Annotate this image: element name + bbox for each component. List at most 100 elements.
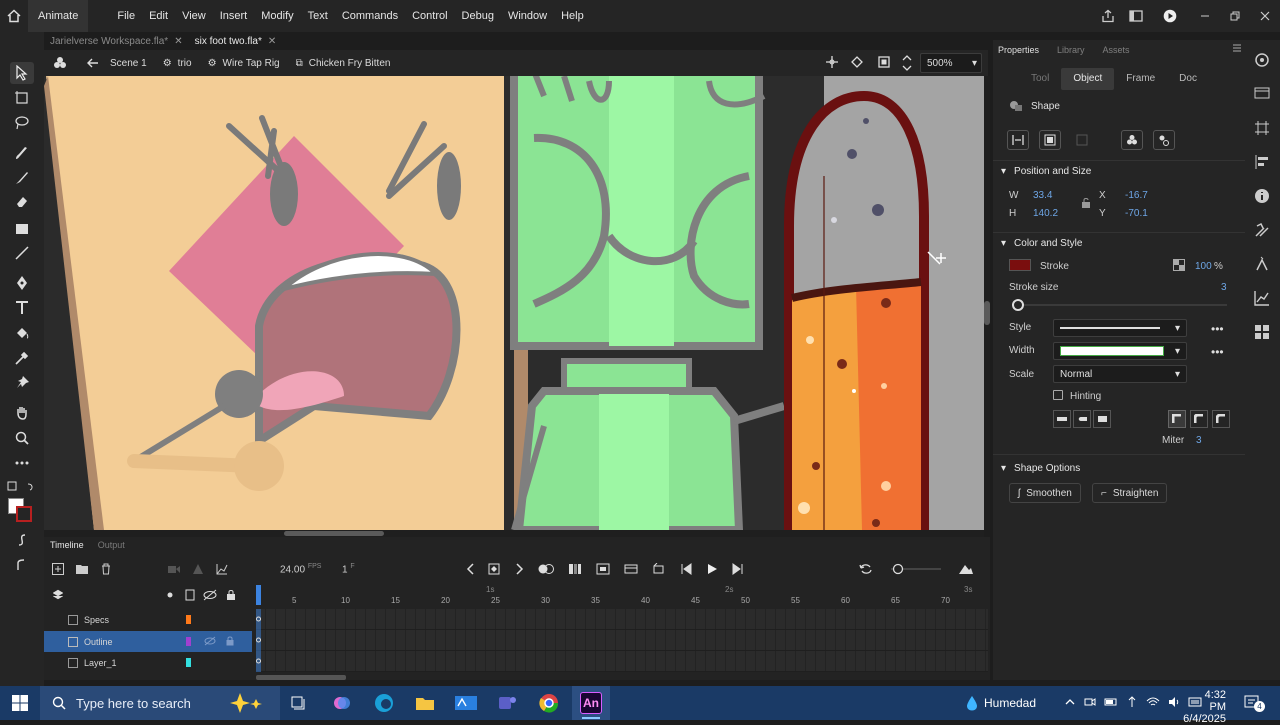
close-tab-icon[interactable]: ✕ [174,36,182,47]
hinting-checkbox[interactable] [1053,390,1063,400]
menu-edit[interactable]: Edit [142,10,175,22]
width-options-icon[interactable]: ••• [1211,345,1224,359]
swap-colors-icon[interactable] [6,480,38,496]
break-apart-icon[interactable] [1153,130,1175,150]
share-icon[interactable] [1094,9,1122,23]
join-bevel-icon[interactable] [1212,410,1230,428]
zoom-tool-icon[interactable] [10,427,34,449]
color-icon[interactable] [1254,256,1272,274]
volume-icon[interactable] [1168,696,1180,708]
layer-color-swatch[interactable] [186,658,191,667]
pen-tool-icon[interactable] [10,272,34,294]
taskbar-search[interactable]: Type here to search [40,686,280,720]
breadcrumb-scene[interactable]: Scene 1 [110,58,147,69]
align-icon[interactable] [1007,130,1029,150]
chevron-up-icon[interactable] [1064,696,1076,708]
cap-round-icon[interactable] [1073,410,1091,428]
wifi-icon[interactable] [1146,696,1160,708]
test-movie-icon[interactable] [1150,9,1190,23]
menu-insert[interactable]: Insert [213,10,255,22]
tab-library[interactable]: Library [1057,45,1085,55]
copilot-icon[interactable] [330,691,354,715]
lasso-tool-icon[interactable] [10,112,34,134]
breadcrumb-wire-tap-rig[interactable]: ⚙ Wire Tap Rig [208,58,280,69]
weather-widget[interactable]: Humedad [966,695,1036,711]
new-folder-icon[interactable] [76,563,88,575]
menu-window[interactable]: Window [501,10,554,22]
loop-icon[interactable] [596,563,610,575]
hide-icon[interactable] [204,636,216,646]
usb-icon[interactable] [1126,696,1138,708]
segment-tool[interactable]: Tool [1019,68,1061,90]
convert-symbol-icon[interactable] [1121,130,1143,150]
next-keyframe-icon[interactable] [516,563,524,575]
more-tools-icon[interactable] [10,452,34,474]
alpha-value[interactable]: 100 [1195,261,1212,272]
pin-tool-icon[interactable] [10,372,34,394]
edit-multiple-frames-icon[interactable] [568,563,582,575]
step-back-icon[interactable] [680,563,692,575]
convert-icon[interactable] [652,563,666,575]
vertical-scrollbar[interactable] [984,76,990,530]
menu-commands[interactable]: Commands [335,10,405,22]
align-panel-icon[interactable] [1254,154,1272,172]
free-transform-tool-icon[interactable] [10,87,34,109]
eyedropper-tool-icon[interactable] [10,347,34,369]
info-icon[interactable] [1254,188,1272,206]
camera-icon[interactable] [850,56,864,68]
onion-skin-icon[interactable] [538,563,554,575]
library-icon[interactable] [1254,86,1272,104]
timeline-scrollbar[interactable] [256,675,346,680]
step-forward-icon[interactable] [732,563,744,575]
layer-row-layer1[interactable]: Layer_1 [44,652,252,673]
layers-icon[interactable] [52,589,64,601]
workspace-icon[interactable] [1122,10,1150,22]
back-arrow-icon[interactable] [76,58,110,68]
eraser-tool-icon[interactable] [10,190,34,212]
panel-menu-icon[interactable] [1233,44,1241,52]
animate-taskbar-button[interactable]: An [572,686,610,720]
straighten-icon[interactable] [10,554,34,576]
tab-jarielverse[interactable]: Jarielverse Workspace.fla* ✕ [44,32,189,50]
zoom-dropdown[interactable]: 500% ▾ [920,53,982,73]
breadcrumb-chicken-fry-bitten[interactable]: ⧉ Chicken Fry Bitten [296,58,391,69]
join-miter-icon[interactable] [1168,410,1186,428]
menu-debug[interactable]: Debug [455,10,501,22]
layer-color-swatch[interactable] [186,615,191,624]
join-round-icon[interactable] [1190,410,1208,428]
play-icon[interactable] [706,563,718,575]
motion-editor-icon[interactable] [1254,290,1272,308]
straighten-button[interactable]: ⌐ Straighten [1092,483,1168,503]
segment-frame[interactable]: Frame [1114,68,1167,90]
symbol-icon[interactable] [44,56,76,70]
segment-object[interactable]: Object [1061,68,1115,90]
file-explorer-icon[interactable] [413,691,437,715]
tab-six-foot-two[interactable]: six foot two.fla* ✕ [189,32,283,50]
dot-icon[interactable] [167,592,173,598]
camera-layer-icon[interactable] [168,564,180,574]
menu-control[interactable]: Control [405,10,454,22]
task-view-icon[interactable] [287,691,311,715]
delete-layer-icon[interactable] [100,563,112,575]
home-icon[interactable] [0,0,28,32]
stroke-size-slider[interactable] [1012,299,1227,311]
tab-output[interactable]: Output [98,540,125,550]
y-value[interactable]: -70.1 [1125,208,1148,219]
teams-icon[interactable] [495,691,519,715]
loop-playback-icon[interactable] [859,563,873,575]
miter-value[interactable]: 3 [1196,435,1202,446]
tab-properties[interactable]: Properties [998,45,1039,55]
tab-assets[interactable]: Assets [1103,45,1130,55]
rectangle-tool-icon[interactable] [10,218,34,240]
selection-tool-icon[interactable] [10,62,34,84]
clip-content-icon[interactable] [878,56,890,68]
section-shape-options[interactable]: ▾ Shape Options [1001,463,1080,474]
app-name[interactable]: Animate [28,0,89,32]
battery-icon[interactable] [1104,696,1118,708]
mountains-icon[interactable] [959,563,973,575]
frame-readout[interactable]: 1 F [342,563,355,575]
breadcrumb-trio[interactable]: ⚙ trio [163,58,192,69]
notifications-icon[interactable]: 4 [1244,694,1266,712]
style-options-icon[interactable]: ••• [1211,322,1224,336]
lock-icon[interactable] [226,636,234,646]
